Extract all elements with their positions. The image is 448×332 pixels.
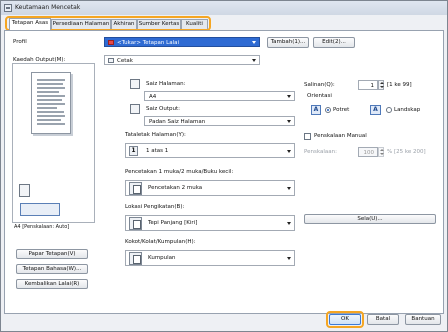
landscape-radio[interactable]	[386, 107, 392, 113]
tab-finishing[interactable]: Akhiran	[111, 19, 137, 29]
binding-dropdown[interactable]: Tepi Panjang [Kiri]	[125, 215, 295, 231]
duplex-dropdown[interactable]: Pencetakan 2 muka	[125, 180, 295, 196]
print-icon	[108, 58, 114, 63]
scaling-range: % [25 ke 200]	[387, 149, 426, 155]
output-size-value: Padan Saiz Halaman	[149, 119, 206, 125]
chevron-down-icon	[287, 222, 291, 225]
chevron-down-icon	[287, 120, 291, 123]
window-title: Keutamaan Mencetak	[15, 4, 81, 11]
profile-icon	[108, 40, 114, 45]
edit-profile-button[interactable]: Edit(2)...	[313, 37, 355, 48]
binding-label: Lokasi Pengikatan(B):	[125, 204, 185, 210]
copies-label: Salinan(Q):	[304, 82, 335, 88]
scaling-spinner[interactable]	[378, 147, 384, 157]
finishing-label: Kokot/Kolat/Kumpulan(H):	[125, 239, 196, 245]
tab-basic-settings[interactable]: Tetapan Asas	[9, 18, 51, 30]
duplex-value: Pencetakan 2 muka	[148, 185, 203, 191]
output-size-label: Saiz Output:	[146, 106, 180, 112]
portrait-icon: A	[311, 105, 321, 115]
profile-value: <Tukar> Tetapan Lalai	[117, 40, 179, 46]
duplex-icon	[129, 182, 142, 195]
landscape-icon: A	[370, 105, 381, 115]
chevron-down-icon	[287, 95, 291, 98]
gutter-button[interactable]: Sela(U)...	[304, 214, 436, 224]
preview-page-icon	[31, 72, 71, 134]
paper-stack-icon	[19, 184, 30, 197]
tab-page-setup[interactable]: Persediaan Halaman	[51, 19, 111, 29]
printing-preferences-window: Keutamaan Mencetak Tetapan Asas Persedia…	[0, 0, 448, 332]
output-method-value: Cetak	[117, 58, 133, 64]
chevron-down-icon	[287, 257, 291, 260]
binding-value: Tepi Panjang [Kiri]	[148, 220, 198, 226]
ok-button[interactable]: OK	[329, 314, 361, 325]
chevron-down-icon	[252, 59, 256, 62]
scaling-input[interactable]: 100	[358, 147, 378, 157]
output-size-icon	[130, 104, 140, 114]
view-mode-toggle-icon[interactable]	[20, 203, 60, 216]
finishing-dropdown[interactable]: Kumpulan	[125, 250, 295, 266]
finishing-value: Kumpulan	[148, 255, 176, 261]
add-profile-button[interactable]: Tambah(1)...	[267, 37, 309, 48]
orientation-label: Orientasi	[307, 93, 332, 99]
portrait-label: Potret	[333, 107, 350, 113]
tab-quality[interactable]: Kualiti	[181, 19, 208, 29]
title-bar: Keutamaan Mencetak	[1, 1, 447, 15]
help-button[interactable]: Bantuan	[405, 314, 441, 325]
scaling-value: 100	[363, 150, 375, 156]
finishing-icon	[129, 252, 142, 265]
restore-defaults-button[interactable]: Kembalikan Lalai(R)	[16, 279, 88, 289]
copies-spinner[interactable]	[378, 80, 384, 90]
language-settings-button[interactable]: Tetapan Bahasa(W)...	[16, 264, 88, 274]
copies-input[interactable]: 1	[358, 80, 378, 90]
portrait-radio[interactable]	[325, 107, 331, 113]
binding-icon	[129, 217, 142, 230]
page-size-label: Saiz Halaman:	[146, 81, 186, 87]
preview-caption: A4 [Penskalaan: Auto]	[14, 224, 70, 230]
page-size-icon	[130, 79, 140, 89]
landscape-label: Landskap	[394, 107, 421, 113]
copies-range: [1 ke 99]	[387, 82, 412, 88]
printer-icon	[4, 4, 12, 12]
scaling-label: Penskalaan:	[304, 149, 337, 155]
chevron-down-icon	[287, 150, 291, 153]
manual-scaling-label: Penskalaan Manual	[314, 133, 367, 139]
page-layout-dropdown[interactable]: 1 1 atas 1	[125, 143, 295, 158]
profile-dropdown[interactable]: <Tukar> Tetapan Lalai	[104, 37, 260, 47]
profile-label: Profil	[13, 39, 27, 45]
layout-icon: 1	[129, 146, 138, 156]
chevron-down-icon	[252, 41, 256, 44]
page-size-value: A4	[149, 94, 157, 100]
output-size-dropdown[interactable]: Padan Saiz Halaman	[144, 116, 295, 126]
copies-value: 1	[370, 83, 375, 89]
chevron-down-icon	[287, 187, 291, 190]
page-size-dropdown[interactable]: A4	[144, 91, 295, 101]
page-layout-label: Tataletak Halaman(Y):	[125, 132, 186, 138]
manual-scaling-checkbox[interactable]	[304, 133, 311, 140]
duplex-label: Pencetakan 1 muka/2 muka/Buku kecil:	[125, 169, 234, 175]
view-settings-button[interactable]: Papar Tetapan(V)	[16, 249, 88, 259]
output-method-dropdown[interactable]: Cetak	[104, 55, 260, 65]
tab-paper-source[interactable]: Sumber Kertas	[137, 19, 181, 29]
page-layout-value: 1 atas 1	[146, 148, 169, 154]
cancel-button[interactable]: Batal	[367, 314, 399, 325]
